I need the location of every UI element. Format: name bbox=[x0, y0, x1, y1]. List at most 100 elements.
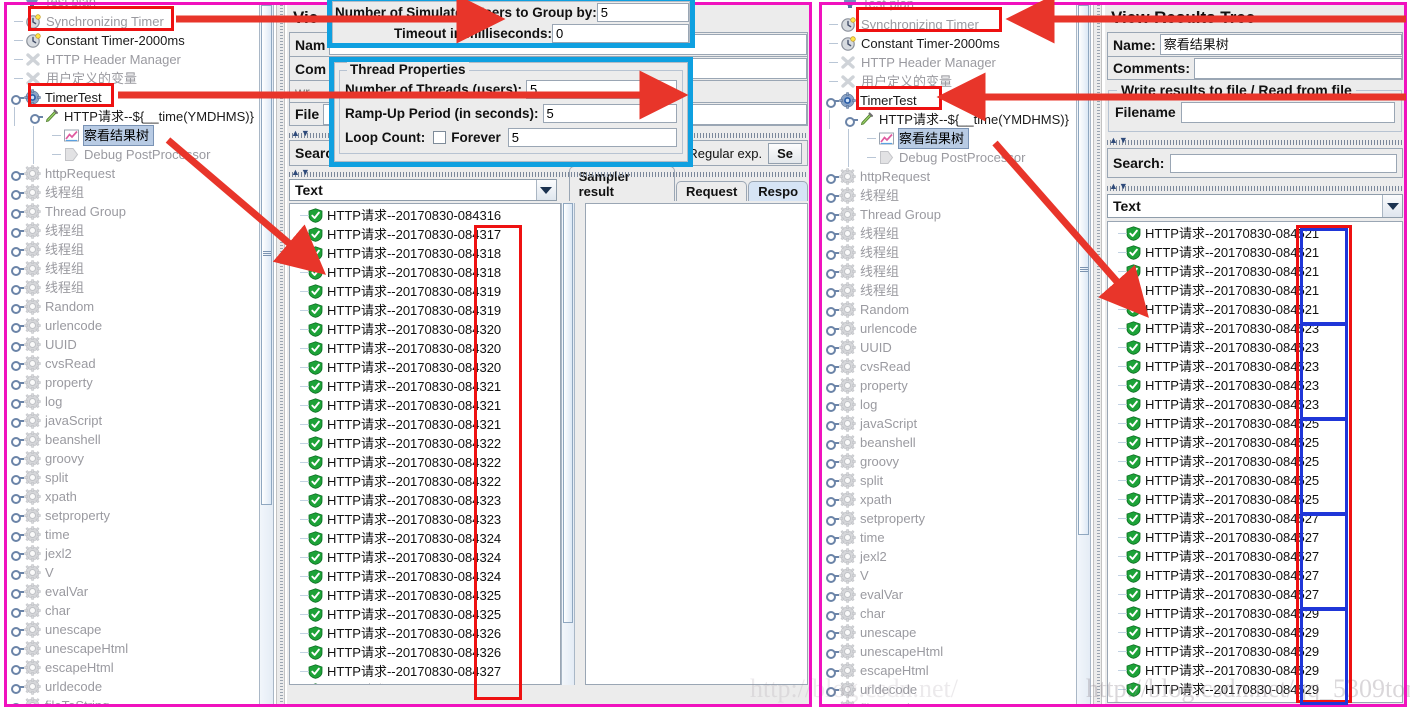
right-name-field[interactable]: 察看结果树 bbox=[1159, 34, 1402, 55]
tree-expander-icon[interactable] bbox=[11, 662, 24, 675]
forever-checkbox[interactable] bbox=[433, 130, 447, 144]
tree-item[interactable]: property bbox=[7, 373, 259, 392]
tree-expander-icon[interactable] bbox=[11, 225, 24, 238]
tree-expander-icon[interactable] bbox=[11, 244, 24, 257]
tree-item[interactable]: HTTP Header Manager bbox=[822, 53, 1076, 72]
tree-expander-icon[interactable] bbox=[11, 605, 24, 618]
tree-expander-icon[interactable] bbox=[11, 377, 24, 390]
middle-divider-arrows-1[interactable]: ▲▼ bbox=[291, 128, 311, 138]
tree-expander-icon[interactable] bbox=[11, 700, 22, 704]
tree-item[interactable]: fileToString bbox=[7, 696, 259, 704]
result-row[interactable]: HTTP请求--20170830-084525 bbox=[1108, 414, 1402, 433]
result-row[interactable]: HTTP请求--20170830-084326 bbox=[290, 643, 560, 662]
middle-divider-arrows-2[interactable]: ▲▼ bbox=[291, 167, 311, 177]
middle-search-button[interactable]: Se bbox=[768, 142, 802, 164]
tree-item[interactable]: httpRequest bbox=[7, 164, 259, 183]
loop-count-input[interactable]: 5 bbox=[507, 127, 677, 147]
result-row[interactable]: HTTP请求--20170830-084318 bbox=[290, 263, 560, 282]
result-row[interactable]: HTTP请求--20170830-084529 bbox=[1108, 661, 1402, 680]
middle-results-list[interactable]: HTTP请求--20170830-084316 HTTP请求--20170830-… bbox=[290, 204, 560, 684]
result-row[interactable]: HTTP请求--20170830-084521 bbox=[1108, 224, 1402, 243]
tree-expander-icon[interactable] bbox=[826, 171, 839, 184]
result-row[interactable]: HTTP请求--20170830-084322 bbox=[290, 453, 560, 472]
result-row[interactable]: HTTP请求--20170830-084527 bbox=[1108, 585, 1402, 604]
tree-expander-icon[interactable] bbox=[826, 190, 839, 203]
result-row[interactable]: HTTP请求--20170830-084525 bbox=[1108, 471, 1402, 490]
tree-expander-icon[interactable] bbox=[11, 548, 24, 561]
result-row[interactable]: HTTP请求--20170830-084323 bbox=[290, 491, 560, 510]
tree-expander-icon[interactable] bbox=[11, 453, 24, 466]
tree-expander-icon[interactable] bbox=[826, 570, 839, 583]
tree-expander-icon[interactable] bbox=[826, 323, 839, 336]
tree-item[interactable]: UUID bbox=[7, 335, 259, 354]
tree-expander-icon[interactable] bbox=[826, 399, 839, 412]
tree-expander-icon[interactable] bbox=[11, 282, 24, 295]
tree-item[interactable]: time bbox=[822, 528, 1076, 547]
tree-item[interactable]: HTTP请求--${__time(YMDHMS)} bbox=[7, 107, 259, 126]
tree-expander-icon[interactable] bbox=[826, 513, 839, 526]
result-row[interactable]: HTTP请求--20170830-084319 bbox=[290, 282, 560, 301]
tree-expander-icon[interactable] bbox=[845, 114, 858, 127]
tree-item[interactable]: 线程组 bbox=[7, 278, 259, 297]
tree-expander-icon[interactable] bbox=[11, 263, 24, 276]
tree-item[interactable]: unescapeHtml bbox=[822, 642, 1076, 661]
tree-item[interactable]: jexl2 bbox=[7, 544, 259, 563]
tree-expander-icon[interactable] bbox=[826, 589, 839, 602]
tree-item[interactable]: Thread Group bbox=[822, 205, 1076, 224]
tree-item[interactable]: 线程组 bbox=[7, 221, 259, 240]
tree-expander-icon[interactable] bbox=[11, 301, 24, 314]
tree-item[interactable]: Thread Group bbox=[7, 202, 259, 221]
result-row[interactable]: HTTP请求--20170830-084328 bbox=[290, 681, 560, 684]
tree-item[interactable]: 用户定义的变量 bbox=[822, 72, 1076, 91]
result-row[interactable]: HTTP请求--20170830-084529 bbox=[1108, 680, 1402, 699]
tree-item[interactable]: 线程组 bbox=[822, 224, 1076, 243]
result-row[interactable]: HTTP请求--20170830-084523 bbox=[1108, 357, 1402, 376]
left-tree-scrollbar[interactable] bbox=[259, 5, 274, 704]
tree-item[interactable]: 线程组 bbox=[822, 281, 1076, 300]
tree-item[interactable]: 用户定义的变量 bbox=[7, 69, 259, 88]
result-row[interactable]: HTTP请求--20170830-084529 bbox=[1108, 604, 1402, 623]
result-row[interactable]: HTTP请求--20170830-084321 bbox=[290, 396, 560, 415]
right-comments-field[interactable] bbox=[1194, 57, 1402, 79]
tree-item[interactable]: Constant Timer-2000ms bbox=[7, 31, 259, 50]
result-row[interactable]: HTTP请求--20170830-084326 bbox=[290, 624, 560, 643]
tree-item[interactable]: unescape bbox=[7, 620, 259, 639]
result-row[interactable]: HTTP请求--20170830-084527 bbox=[1108, 566, 1402, 585]
tree-item[interactable]: 线程组 bbox=[822, 186, 1076, 205]
tree-expander-icon[interactable] bbox=[11, 415, 24, 428]
tree-item[interactable]: split bbox=[822, 471, 1076, 490]
tree-expander-icon[interactable] bbox=[826, 456, 839, 469]
tree-expander-icon[interactable] bbox=[11, 529, 24, 542]
tree-item[interactable]: escapeHtml bbox=[7, 658, 259, 677]
result-row[interactable]: HTTP请求--20170830-084319 bbox=[290, 301, 560, 320]
tree-expander-icon[interactable] bbox=[826, 627, 839, 640]
tree-expander-icon[interactable] bbox=[826, 361, 839, 374]
tree-item[interactable]: javaScript bbox=[7, 411, 259, 430]
tree-expander-icon[interactable] bbox=[11, 434, 24, 447]
tree-item[interactable]: 察看结果树 bbox=[7, 125, 259, 146]
tree-item[interactable]: cvsRead bbox=[7, 354, 259, 373]
tree-item[interactable]: httpRequest bbox=[822, 167, 1076, 186]
result-row[interactable]: HTTP请求--20170830-084324 bbox=[290, 567, 560, 586]
tree-item[interactable]: fileToString bbox=[822, 699, 1076, 704]
result-row[interactable]: HTTP请求--20170830-084325 bbox=[290, 586, 560, 605]
tree-expander-icon[interactable] bbox=[11, 168, 24, 181]
tree-expander-icon[interactable] bbox=[11, 567, 24, 580]
tree-item[interactable]: Debug PostProcessor bbox=[7, 145, 259, 164]
tree-expander-icon[interactable] bbox=[826, 380, 839, 393]
result-row[interactable]: HTTP请求--20170830-084321 bbox=[290, 415, 560, 434]
tree-item[interactable]: Random bbox=[7, 297, 259, 316]
right-view-combo[interactable]: Text bbox=[1107, 194, 1403, 218]
tree-expander-icon[interactable] bbox=[826, 247, 839, 260]
right-results-list[interactable]: HTTP请求--20170830-084521 HTTP请求--20170830-… bbox=[1108, 222, 1402, 702]
right-tree-scrollbar[interactable] bbox=[1076, 5, 1091, 704]
tree-item[interactable]: cvsRead bbox=[822, 357, 1076, 376]
right-divider-arrows-1[interactable]: ▲▼ bbox=[1109, 135, 1129, 145]
tree-expander-icon[interactable] bbox=[11, 92, 24, 105]
tree-expander-icon[interactable] bbox=[11, 187, 24, 200]
tree-expander-icon[interactable] bbox=[11, 624, 24, 637]
tree-item[interactable]: xpath bbox=[7, 487, 259, 506]
middle-results-scrollbar[interactable] bbox=[561, 203, 575, 685]
num-threads-input[interactable]: 5 bbox=[526, 79, 677, 99]
tree-expander-icon[interactable] bbox=[826, 437, 839, 450]
